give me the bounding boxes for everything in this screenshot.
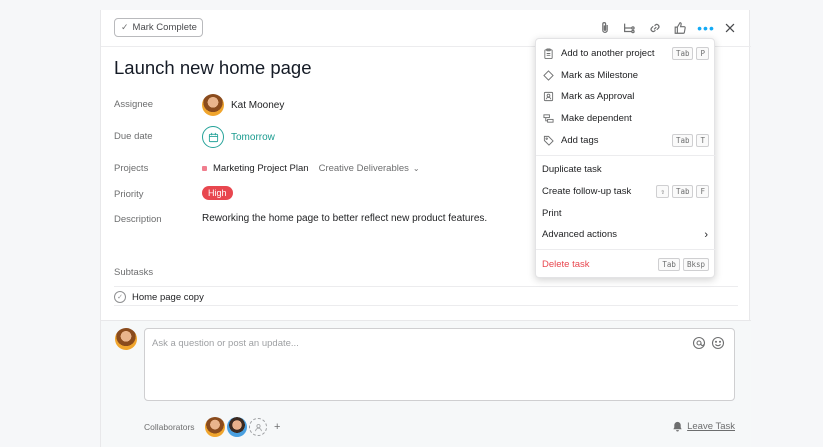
leave-task-button[interactable]: Leave Task xyxy=(672,421,735,432)
due-date-label: Due date xyxy=(114,131,153,142)
menu-divider xyxy=(536,249,716,250)
chevron-right-icon: › xyxy=(704,228,708,241)
collaborator-avatar[interactable] xyxy=(227,417,247,437)
key-tab: Tab xyxy=(658,258,680,271)
assignee-label: Assignee xyxy=(114,99,154,110)
menu-item-label: Delete task xyxy=(542,259,590,270)
priority-label: Priority xyxy=(114,189,144,200)
key-t: T xyxy=(696,134,709,147)
project-name[interactable]: Marketing Project Plan xyxy=(213,163,309,174)
key-f: F xyxy=(696,185,709,198)
menu-item-label: Make dependent xyxy=(561,113,632,124)
subtask-row[interactable]: ✓ Home page copy xyxy=(114,286,738,306)
menu-divider xyxy=(536,155,716,156)
shortcut-keys: Tab P xyxy=(671,47,709,60)
menu-item-label: Mark as Approval xyxy=(561,91,635,102)
project-color-dot xyxy=(202,166,207,171)
more-icon[interactable]: ••• xyxy=(697,20,714,36)
shortcut-keys: Tab T xyxy=(671,134,709,147)
priority-badge[interactable]: High xyxy=(202,186,233,200)
current-user-avatar xyxy=(115,328,137,350)
description-label: Description xyxy=(114,214,162,225)
due-date-value: Tomorrow xyxy=(231,131,275,143)
key-tab: Tab xyxy=(671,47,694,60)
like-icon[interactable] xyxy=(672,20,688,36)
mark-complete-button[interactable]: ✓ Mark Complete xyxy=(114,18,203,37)
due-date-field[interactable]: Tomorrow xyxy=(202,126,275,148)
assignee-name: Kat Mooney xyxy=(231,99,285,111)
approval-icon xyxy=(542,91,554,103)
menu-item-label: Duplicate task xyxy=(542,164,602,175)
chevron-down-icon[interactable]: ⌄ xyxy=(413,164,420,173)
description-text[interactable]: Reworking the home page to better reflec… xyxy=(202,213,487,224)
comment-placeholder: Ask a question or post an update... xyxy=(152,338,299,349)
menu-item-label: Add tags xyxy=(561,135,599,146)
menu-item-mark-milestone[interactable]: Mark as Milestone xyxy=(536,65,716,86)
dependency-icon xyxy=(542,113,554,125)
menu-item-advanced-actions[interactable]: Advanced actions › xyxy=(536,224,716,245)
key-p: P xyxy=(696,47,709,60)
shortcut-keys: Tab Bksp xyxy=(658,258,709,271)
diamond-icon xyxy=(542,70,554,82)
menu-item-make-dependent[interactable]: Make dependent xyxy=(536,108,716,129)
key-shift: ⇧ xyxy=(656,185,669,198)
menu-item-delete-task[interactable]: Delete task Tab Bksp xyxy=(536,254,716,275)
projects-field[interactable]: Marketing Project Plan Creative Delivera… xyxy=(202,163,420,174)
add-collaborator-icon[interactable] xyxy=(249,418,267,436)
menu-item-print[interactable]: Print xyxy=(536,203,716,224)
menu-item-label: Create follow-up task xyxy=(542,186,632,197)
key-backspace: Bksp xyxy=(682,258,709,271)
menu-item-create-follow-up[interactable]: Create follow-up task ⇧ Tab F xyxy=(536,181,716,202)
collaborators-label: Collaborators xyxy=(144,422,195,432)
projects-label: Projects xyxy=(114,163,149,174)
assignee-field[interactable]: Kat Mooney xyxy=(202,94,284,116)
leave-task-label: Leave Task xyxy=(687,421,735,432)
link-icon[interactable] xyxy=(647,20,663,36)
menu-item-add-to-project[interactable]: Add to another project Tab P xyxy=(536,43,716,64)
add-collaborator-button[interactable]: + xyxy=(274,421,280,433)
checkmark-icon: ✓ xyxy=(121,22,129,32)
subtask-icon[interactable] xyxy=(621,20,637,36)
mark-complete-label: Mark Complete xyxy=(132,22,197,33)
collaborator-avatar[interactable] xyxy=(205,417,225,437)
subtasks-label: Subtasks xyxy=(114,267,154,278)
close-icon[interactable] xyxy=(722,20,738,36)
emoji-icon[interactable] xyxy=(711,336,725,350)
project-section[interactable]: Creative Deliverables xyxy=(319,163,409,174)
menu-item-label: Mark as Milestone xyxy=(561,70,639,81)
subtask-name[interactable]: Home page copy xyxy=(132,292,204,303)
bell-icon xyxy=(673,421,682,432)
mention-icon[interactable] xyxy=(692,336,706,350)
key-tab: Tab xyxy=(671,185,694,198)
priority-field[interactable]: High xyxy=(202,186,233,200)
assignee-avatar xyxy=(202,94,224,116)
paperclip-icon[interactable] xyxy=(597,20,613,36)
menu-item-mark-approval[interactable]: Mark as Approval xyxy=(536,86,716,107)
menu-item-duplicate-task[interactable]: Duplicate task xyxy=(536,159,716,180)
comment-area: Ask a question or post an update... Coll… xyxy=(101,320,751,447)
comment-input[interactable]: Ask a question or post an update... xyxy=(144,328,735,401)
menu-item-label: Print xyxy=(542,208,562,219)
more-actions-menu: Add to another project Tab P Mark as Mil… xyxy=(535,38,716,278)
clipboard-icon xyxy=(542,48,554,60)
menu-item-label: Add to another project xyxy=(561,48,655,59)
shortcut-keys: ⇧ Tab F xyxy=(656,185,709,198)
menu-item-label: Advanced actions xyxy=(542,229,617,240)
key-tab: Tab xyxy=(671,134,694,147)
collaborators-list: + xyxy=(205,417,280,437)
task-title[interactable]: Launch new home page xyxy=(114,57,311,79)
subtask-check-icon[interactable]: ✓ xyxy=(114,291,126,303)
tag-icon xyxy=(542,135,554,147)
menu-item-add-tags[interactable]: Add tags Tab T xyxy=(536,130,716,151)
calendar-icon xyxy=(202,126,224,148)
